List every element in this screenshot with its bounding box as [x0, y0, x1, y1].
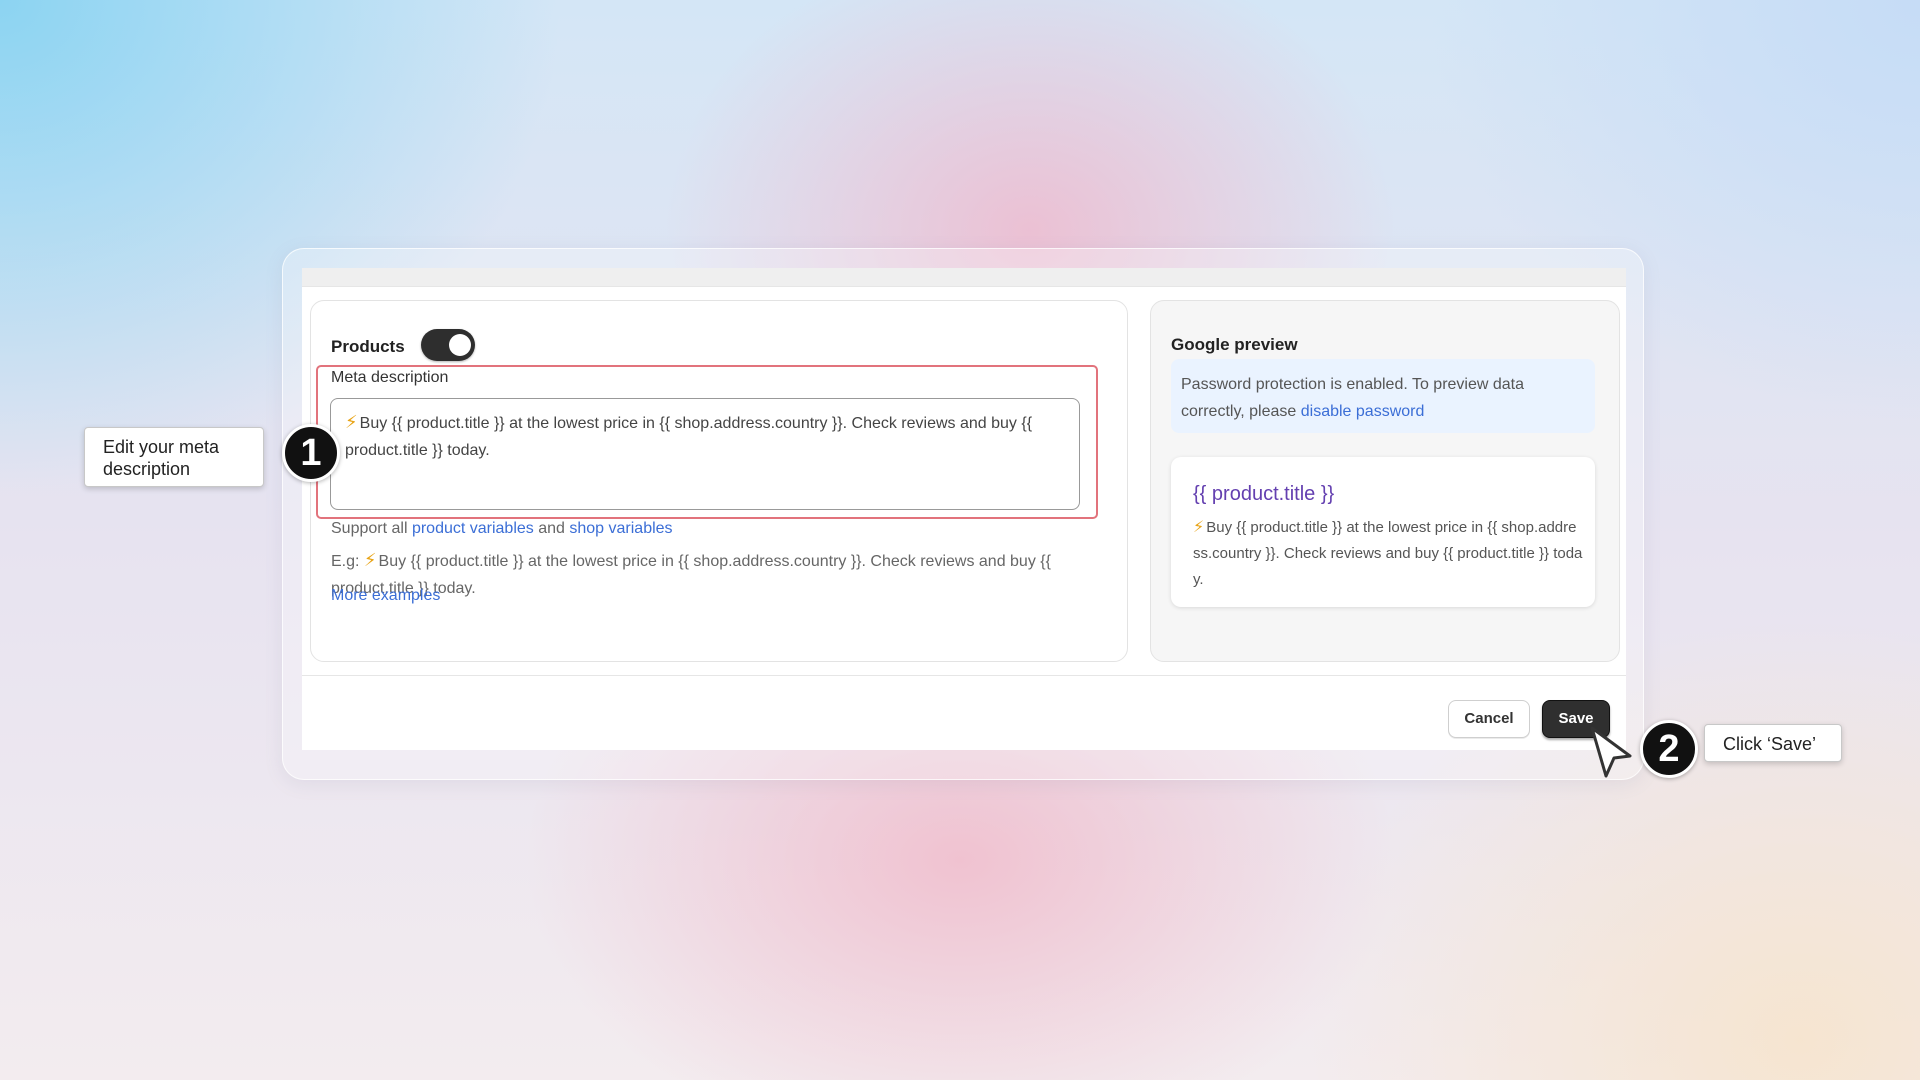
meta-description-value: ⚡ Buy {{ product.title }} at the lowest p… [345, 409, 1065, 464]
lightning-icon: ⚡ [345, 412, 358, 432]
panel-top-bar [302, 268, 1626, 287]
products-label: Products [331, 337, 405, 356]
more-examples-link[interactable]: More examples [331, 587, 440, 605]
meta-description-label: Meta description [331, 369, 449, 386]
shop-variables-link[interactable]: shop variables [569, 520, 672, 537]
lightning-icon: ⚡ [363, 550, 377, 570]
support-and: and [533, 520, 570, 537]
settings-panel: Products Meta description ⚡ Buy {{ produc… [302, 268, 1626, 750]
step-1-tooltip: Edit your meta description [84, 427, 264, 487]
products-card: Products Meta description ⚡ Buy {{ produc… [310, 300, 1128, 662]
cancel-button[interactable]: Cancel [1448, 700, 1530, 738]
step-2-tooltip: Click ‘Save’ [1704, 724, 1842, 762]
example-prefix: E.g: [331, 553, 364, 570]
meta-description-input[interactable]: ⚡ Buy {{ product.title }} at the lowest p… [330, 398, 1080, 510]
google-preview-title: Google preview [1171, 335, 1298, 354]
lightning-icon: ⚡ [1193, 519, 1205, 536]
footer-divider [302, 675, 1626, 676]
product-variables-link[interactable]: product variables [412, 520, 534, 537]
products-toggle[interactable] [421, 329, 475, 361]
preview-result-text: Buy {{ product.title }} at the lowest pr… [1193, 519, 1583, 588]
more-examples-label[interactable]: More examples [331, 587, 440, 604]
disable-password-link[interactable]: disable password [1301, 403, 1425, 420]
search-result-preview: {{ product.title }} ⚡ Buy {{ product.titl… [1171, 457, 1595, 607]
step-2-badge: 2 [1640, 720, 1698, 778]
meta-description-text: Buy {{ product.title }} at the lowest pr… [345, 415, 1033, 459]
support-prefix: Support all [331, 520, 412, 537]
preview-result-description: ⚡ Buy {{ product.title }} at the lowest p… [1193, 515, 1583, 593]
example-text: E.g: ⚡ Buy {{ product.title }} at the low… [331, 547, 1121, 602]
preview-result-title: {{ product.title }} [1193, 483, 1335, 505]
support-text: Support all product variables and shop v… [331, 520, 673, 538]
toggle-knob [449, 334, 471, 356]
password-notice: Password protection is enabled. To previ… [1171, 359, 1595, 433]
google-preview-card: Google preview Password protection is en… [1150, 300, 1620, 662]
step-1-badge: 1 [282, 424, 340, 482]
cursor-arrow-icon [1590, 726, 1632, 778]
